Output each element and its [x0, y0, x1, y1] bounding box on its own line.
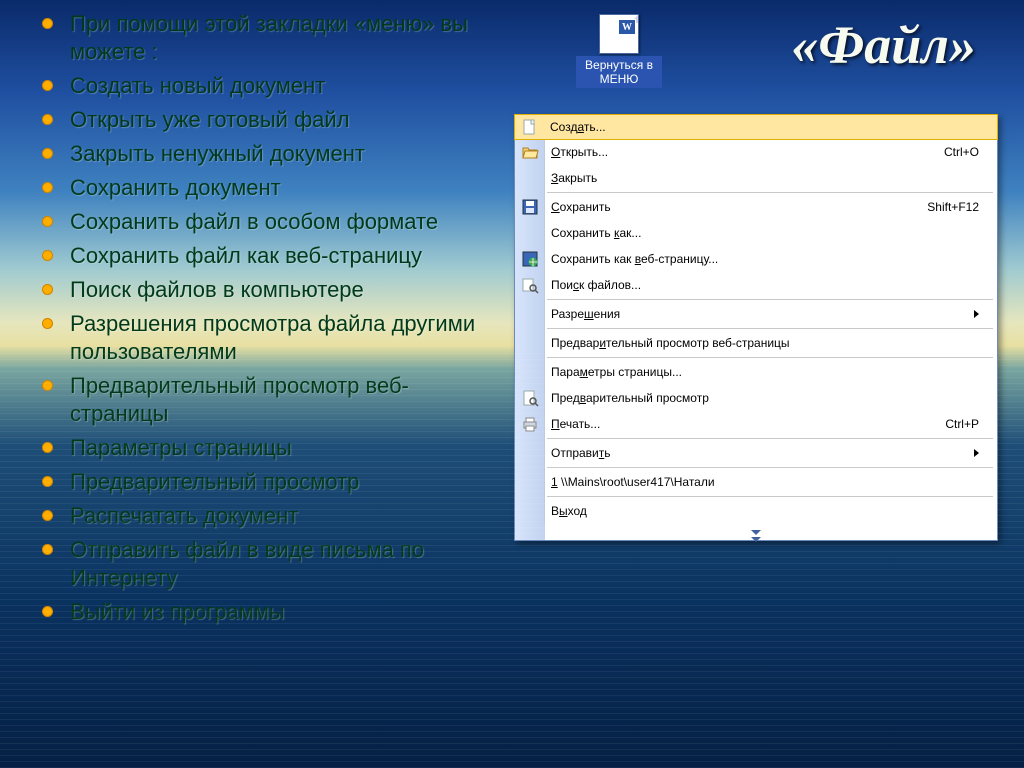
menu-item-label: Открыть...: [551, 145, 944, 159]
menu-item-label: Сохранить как...: [551, 226, 979, 240]
new-icon: [521, 118, 539, 136]
menu-separator: [547, 299, 993, 300]
menu-separator: [547, 328, 993, 329]
save-icon: [521, 198, 539, 216]
menu-item[interactable]: Сохранить как...: [515, 220, 997, 246]
menu-item[interactable]: Параметры страницы...: [515, 359, 997, 385]
menu-item-label: Разрешения: [551, 307, 966, 321]
menu-separator: [547, 192, 993, 193]
print-icon: [521, 415, 539, 433]
menu-item[interactable]: СохранитьShift+F12: [515, 194, 997, 220]
menu-item-label: Поиск файлов...: [551, 278, 979, 292]
menu-separator: [547, 467, 993, 468]
submenu-arrow-icon: [974, 310, 979, 318]
menu-item[interactable]: Поиск файлов...: [515, 272, 997, 298]
menu-item[interactable]: Предварительный просмотр: [515, 385, 997, 411]
menu-item-label: Сохранить как веб-страницу...: [551, 252, 979, 266]
menu-item-label: Закрыть: [551, 171, 979, 185]
preview-icon: [521, 389, 539, 407]
menu-separator: [547, 496, 993, 497]
chevron-down-icon: [751, 537, 761, 542]
bullet-item: При помощи этой закладки «меню» вы может…: [70, 10, 500, 66]
bullet-item: Сохранить файл как веб-страницу: [70, 242, 500, 270]
menu-item-shortcut: Ctrl+P: [945, 417, 979, 431]
menu-item-label: 1 \\Mains\root\user417\Натали: [551, 475, 979, 489]
page-title: «Файл»: [791, 14, 976, 76]
menu-item-label: Сохранить: [551, 200, 927, 214]
bullet-list: При помощи этой закладки «меню» вы может…: [70, 10, 500, 632]
menu-item[interactable]: Сохранить как веб-страницу...: [515, 246, 997, 272]
bullet-item: Отправить файл в виде письма по Интернет…: [70, 536, 500, 592]
bullet-item: Разрешения просмотра файла другими польз…: [70, 310, 500, 366]
file-menu-dropdown: Создать... Открыть...Ctrl+O Закрыть Сохрани…: [514, 114, 998, 541]
word-badge: W: [618, 19, 636, 35]
menu-separator: [547, 357, 993, 358]
bullet-item: Сохранить файл в особом формате: [70, 208, 500, 236]
menu-item-shortcut: Ctrl+O: [944, 145, 979, 159]
menu-item[interactable]: Печать...Ctrl+P: [515, 411, 997, 437]
bullet-item: Закрыть ненужный документ: [70, 140, 500, 168]
menu-item-label: Выход: [551, 504, 979, 518]
bullet-item: Предварительный просмотр веб-страницы: [70, 372, 500, 428]
bullet-item: Параметры страницы: [70, 434, 500, 462]
menu-item[interactable]: Выход: [515, 498, 997, 524]
menu-item[interactable]: Создать...: [514, 114, 998, 140]
menu-item[interactable]: Открыть...Ctrl+O: [515, 139, 997, 165]
bullet-item: Открыть уже готовый файл: [70, 106, 500, 134]
open-icon: [521, 143, 539, 161]
bullet-item: Предварительный просмотр: [70, 468, 500, 496]
menu-item-label: Предварительный просмотр: [551, 391, 979, 405]
menu-item-label: Создать...: [550, 120, 980, 134]
menu-item[interactable]: Закрыть: [515, 165, 997, 191]
bullet-item: Поиск файлов в компьютере: [70, 276, 500, 304]
menu-item[interactable]: 1 \\Mains\root\user417\Натали: [515, 469, 997, 495]
bullet-item: Распечатать документ: [70, 502, 500, 530]
bullet-item: Создать новый документ: [70, 72, 500, 100]
menu-item-label: Печать...: [551, 417, 945, 431]
menu-item-shortcut: Shift+F12: [927, 200, 979, 214]
word-document-icon: W: [599, 14, 639, 54]
saveweb-icon: [521, 250, 539, 268]
chevron-down-icon: [751, 530, 761, 535]
submenu-arrow-icon: [974, 449, 979, 457]
menu-item-label: Параметры страницы...: [551, 365, 979, 379]
menu-item[interactable]: Отправить: [515, 440, 997, 466]
bullet-item: Выйти из программы: [70, 598, 500, 626]
menu-separator: [547, 438, 993, 439]
bullet-item: Сохранить документ: [70, 174, 500, 202]
menu-item[interactable]: Разрешения: [515, 301, 997, 327]
return-to-menu-button[interactable]: W Вернуться в МЕНЮ: [576, 14, 662, 88]
menu-item[interactable]: Предварительный просмотр веб-страницы: [515, 330, 997, 356]
search-icon: [521, 276, 539, 294]
return-caption: Вернуться в МЕНЮ: [576, 56, 662, 88]
menu-item-label: Отправить: [551, 446, 966, 460]
menu-expand-chevron[interactable]: [515, 524, 997, 540]
menu-item-label: Предварительный просмотр веб-страницы: [551, 336, 979, 350]
